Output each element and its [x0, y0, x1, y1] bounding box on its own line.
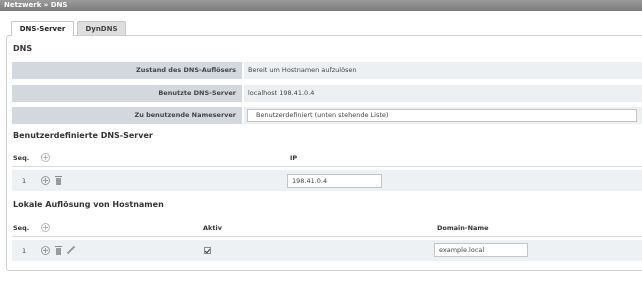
local-resolution-heading: Lokale Auflösung von Hostnamen — [13, 200, 164, 209]
resolver-state-value: Bereit um Hostnamen aufzulösen — [244, 62, 642, 79]
tab-dyndns[interactable]: DynDNS — [77, 21, 126, 35]
edit-hostname-icon[interactable] — [66, 245, 76, 255]
divider — [12, 166, 642, 167]
dns-heading: DNS — [13, 44, 33, 53]
table-row — [12, 240, 642, 261]
add-server-icon[interactable] — [41, 153, 50, 162]
add-hostname-icon[interactable] — [41, 223, 50, 232]
local-seq-header: Seq. — [13, 224, 30, 232]
used-dns-servers-value: localhost 198.41.0.4 — [244, 85, 642, 102]
hostname-seq: 1 — [22, 247, 27, 255]
tab-dns-server[interactable]: DNS-Server — [11, 21, 74, 36]
custom-servers-seq-header: Seq. — [13, 154, 30, 162]
insert-hostname-icon[interactable] — [41, 246, 50, 255]
custom-servers-ip-header: IP — [290, 154, 298, 162]
nameserver-select[interactable]: Benutzerdefiniert (unten stehende Liste) — [247, 109, 637, 122]
hostname-active-checkbox[interactable] — [204, 247, 211, 254]
insert-server-icon[interactable] — [41, 176, 50, 185]
server-seq: 1 — [22, 177, 27, 185]
delete-server-icon[interactable] — [55, 176, 62, 185]
breadcrumb: Netzwerk » DNS — [0, 0, 642, 11]
custom-servers-heading: Benutzerdefinierte DNS-Server — [13, 131, 153, 140]
resolver-state-label: Zustand des DNS-Auflösers — [12, 62, 242, 79]
delete-hostname-icon[interactable] — [55, 246, 62, 255]
domain-name-input[interactable]: example.local — [434, 243, 528, 257]
used-dns-servers-label: Benutzte DNS-Server — [12, 85, 242, 102]
server-ip-input[interactable]: 198.41.0.4 — [287, 174, 382, 188]
divider — [12, 236, 642, 237]
nameserver-select-label: Zu benutzende Nameserver — [12, 107, 242, 124]
local-domain-header: Domain-Name — [437, 224, 489, 232]
local-active-header: Aktiv — [203, 224, 222, 232]
